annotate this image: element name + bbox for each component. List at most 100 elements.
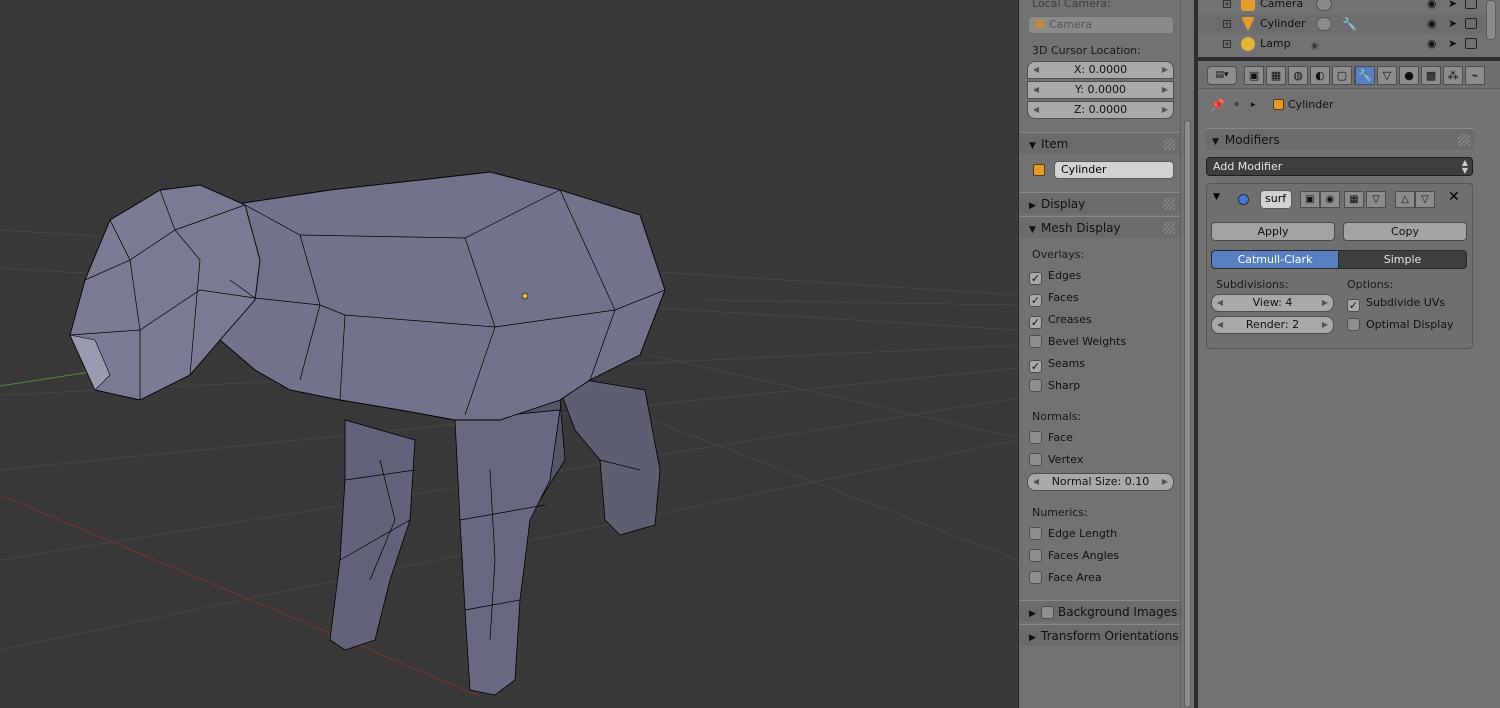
render-toggle-icon[interactable]: ▣ <box>1300 191 1320 208</box>
expand-plus-icon[interactable]: + <box>1223 40 1231 48</box>
visibility-eye-icon[interactable]: ◉ <box>1427 0 1437 14</box>
drag-grip-icon[interactable] <box>1458 134 1470 146</box>
render-camera-icon[interactable] <box>1465 18 1477 29</box>
tab-world[interactable]: ◐ <box>1310 66 1330 85</box>
close-icon[interactable]: ✕ <box>1448 189 1460 205</box>
catmull-clark-toggle[interactable]: Catmull-Clark <box>1211 250 1339 269</box>
decrement-icon[interactable]: ◀ <box>1031 62 1041 78</box>
cursor-y-field[interactable]: ◀ Y: 0.0000 ▶ <box>1027 81 1174 99</box>
normals-vertex-checkbox[interactable]: Vertex <box>1029 451 1083 469</box>
numerics-face-area-checkbox[interactable]: Face Area <box>1029 569 1102 587</box>
decrement-icon[interactable]: ◀ <box>1215 317 1225 333</box>
transform-orientations-panel-header[interactable]: ▶ Transform Orientations <box>1019 624 1180 646</box>
tab-object[interactable]: ▢ <box>1332 66 1352 85</box>
object-name-field[interactable]: Cylinder <box>1054 161 1174 179</box>
optimal-display-checkbox[interactable]: Optimal Display <box>1347 316 1454 334</box>
drag-grip-icon[interactable] <box>1163 222 1175 234</box>
item-panel-header[interactable]: ▼ Item <box>1019 132 1180 154</box>
viewport-toggle-icon[interactable]: ◉ <box>1320 191 1340 208</box>
subdivided-mesh[interactable] <box>69 171 666 696</box>
mesh-display-panel-header[interactable]: ▼ Mesh Display <box>1019 216 1180 238</box>
simple-toggle[interactable]: Simple <box>1338 250 1467 269</box>
overlay-sharp-checkbox[interactable]: Sharp <box>1029 377 1080 395</box>
decrement-icon[interactable]: ◀ <box>1031 102 1041 118</box>
tab-material[interactable]: ● <box>1399 66 1419 85</box>
editmode-toggle-icon[interactable]: ▦ <box>1344 191 1364 208</box>
tab-scene[interactable]: ◍ <box>1288 66 1308 85</box>
copy-button[interactable]: Copy <box>1343 222 1467 241</box>
expand-plus-icon[interactable]: + <box>1223 0 1231 8</box>
collapse-triangle-icon: ▼ <box>1029 141 1036 151</box>
cage-toggle-icon[interactable]: ▽ <box>1366 191 1386 208</box>
cursor-z-field[interactable]: ◀ Z: 0.0000 ▶ <box>1027 101 1174 119</box>
modifiers-panel-title: Modifiers <box>1224 133 1280 147</box>
decrement-icon[interactable]: ◀ <box>1031 474 1041 490</box>
outliner-row-cylinder[interactable]: + Cylinder 🔧 ◉ ➤ <box>1198 14 1486 34</box>
local-camera-field[interactable]: Camera <box>1028 16 1174 34</box>
3d-viewport[interactable] <box>0 0 1018 708</box>
scrollbar-thumb[interactable] <box>1184 120 1191 708</box>
apply-button[interactable]: Apply <box>1211 222 1335 241</box>
pin-icon[interactable]: 📌 <box>1210 94 1225 116</box>
tab-modifiers[interactable]: 🔧 <box>1355 66 1375 85</box>
subdivide-uvs-checkbox[interactable]: ✓ Subdivide UVs <box>1347 294 1445 312</box>
collapse-triangle-icon: ▼ <box>1212 137 1219 147</box>
breadcrumb: 📌 ⚬ ▸ Cylinder <box>1198 94 1500 116</box>
normal-size-field[interactable]: ◀ Normal Size: 0.10 ▶ <box>1027 473 1174 491</box>
drag-grip-icon[interactable] <box>1163 138 1175 150</box>
increment-icon[interactable]: ▶ <box>1160 62 1170 78</box>
decrement-icon[interactable]: ◀ <box>1215 295 1225 311</box>
selectable-cursor-icon[interactable]: ➤ <box>1448 14 1457 34</box>
modifier-name-field[interactable]: surf <box>1260 190 1292 209</box>
outliner-row-lamp[interactable]: + Lamp ✳ ◉ ➤ <box>1198 34 1486 54</box>
increment-icon[interactable]: ▶ <box>1320 317 1330 333</box>
checkbox-unchecked-icon[interactable] <box>1041 606 1054 619</box>
display-panel-header[interactable]: ▶ Display <box>1019 192 1180 214</box>
tab-data[interactable]: ▽ <box>1377 66 1397 85</box>
normal-size-value: Normal Size: 0.10 <box>1051 475 1150 488</box>
mesh-object-icon <box>1241 17 1255 31</box>
view-levels-field[interactable]: ◀ View: 4 ▶ <box>1211 294 1334 312</box>
visibility-eye-icon[interactable]: ◉ <box>1427 14 1437 34</box>
cursor-z-value: Z: 0.0000 <box>1073 103 1128 116</box>
selectable-cursor-icon[interactable]: ➤ <box>1448 34 1457 54</box>
modifiers-panel-header[interactable]: ▼ Modifiers <box>1206 128 1474 150</box>
y-axis-line <box>0 371 91 387</box>
sidebar-scrollbar[interactable] <box>1180 0 1194 708</box>
editor-type-button[interactable]: ▤▾ <box>1207 66 1237 85</box>
increment-icon[interactable]: ▶ <box>1160 102 1170 118</box>
tab-texture[interactable]: ▩ <box>1421 66 1441 85</box>
cursor-x-field[interactable]: ◀ X: 0.0000 ▶ <box>1027 61 1174 79</box>
tab-particles[interactable]: ⁂ <box>1443 66 1463 85</box>
outliner-row-camera[interactable]: + Camera ◉ ➤ <box>1198 0 1486 14</box>
background-images-panel-header[interactable]: ▶ Background Images <box>1019 600 1180 622</box>
visibility-eye-icon[interactable]: ◉ <box>1427 34 1437 54</box>
render-levels-field[interactable]: ◀ Render: 2 ▶ <box>1211 316 1334 334</box>
object-icon <box>1033 164 1045 176</box>
numerics-edge-length-checkbox[interactable]: Edge Length <box>1029 525 1117 543</box>
render-camera-icon[interactable] <box>1465 38 1477 49</box>
increment-icon[interactable]: ▶ <box>1160 82 1170 98</box>
increment-icon[interactable]: ▶ <box>1160 474 1170 490</box>
outliner-scrollbar[interactable] <box>1486 0 1496 40</box>
move-down-icon[interactable]: ▽ <box>1415 191 1435 208</box>
expand-plus-icon[interactable]: + <box>1223 20 1231 28</box>
overlay-creases-checkbox[interactable]: ✓ Creases <box>1029 311 1092 329</box>
move-up-icon[interactable]: △ <box>1395 191 1415 208</box>
overlay-bevel-weights-checkbox[interactable]: Bevel Weights <box>1029 333 1126 351</box>
selectable-cursor-icon[interactable]: ➤ <box>1448 0 1457 14</box>
tab-physics[interactable]: ⌁ <box>1465 66 1485 85</box>
numerics-faces-angles-checkbox[interactable]: Faces Angles <box>1029 547 1119 565</box>
render-camera-icon[interactable] <box>1465 0 1477 9</box>
drag-grip-icon[interactable] <box>1163 198 1175 210</box>
overlay-edges-checkbox[interactable]: ✓ Edges <box>1029 267 1081 285</box>
tab-render[interactable]: ▣ <box>1244 66 1264 85</box>
overlay-seams-checkbox[interactable]: ✓ Seams <box>1029 355 1085 373</box>
increment-icon[interactable]: ▶ <box>1320 295 1330 311</box>
overlay-faces-checkbox[interactable]: ✓ Faces <box>1029 289 1079 307</box>
collapse-triangle-icon[interactable]: ▼ <box>1213 192 1220 202</box>
decrement-icon[interactable]: ◀ <box>1031 82 1041 98</box>
normals-face-checkbox[interactable]: Face <box>1029 429 1073 447</box>
tab-render-layers[interactable]: ▦ <box>1266 66 1286 85</box>
add-modifier-dropdown[interactable]: Add Modifier ▲ ▼ <box>1206 157 1473 176</box>
